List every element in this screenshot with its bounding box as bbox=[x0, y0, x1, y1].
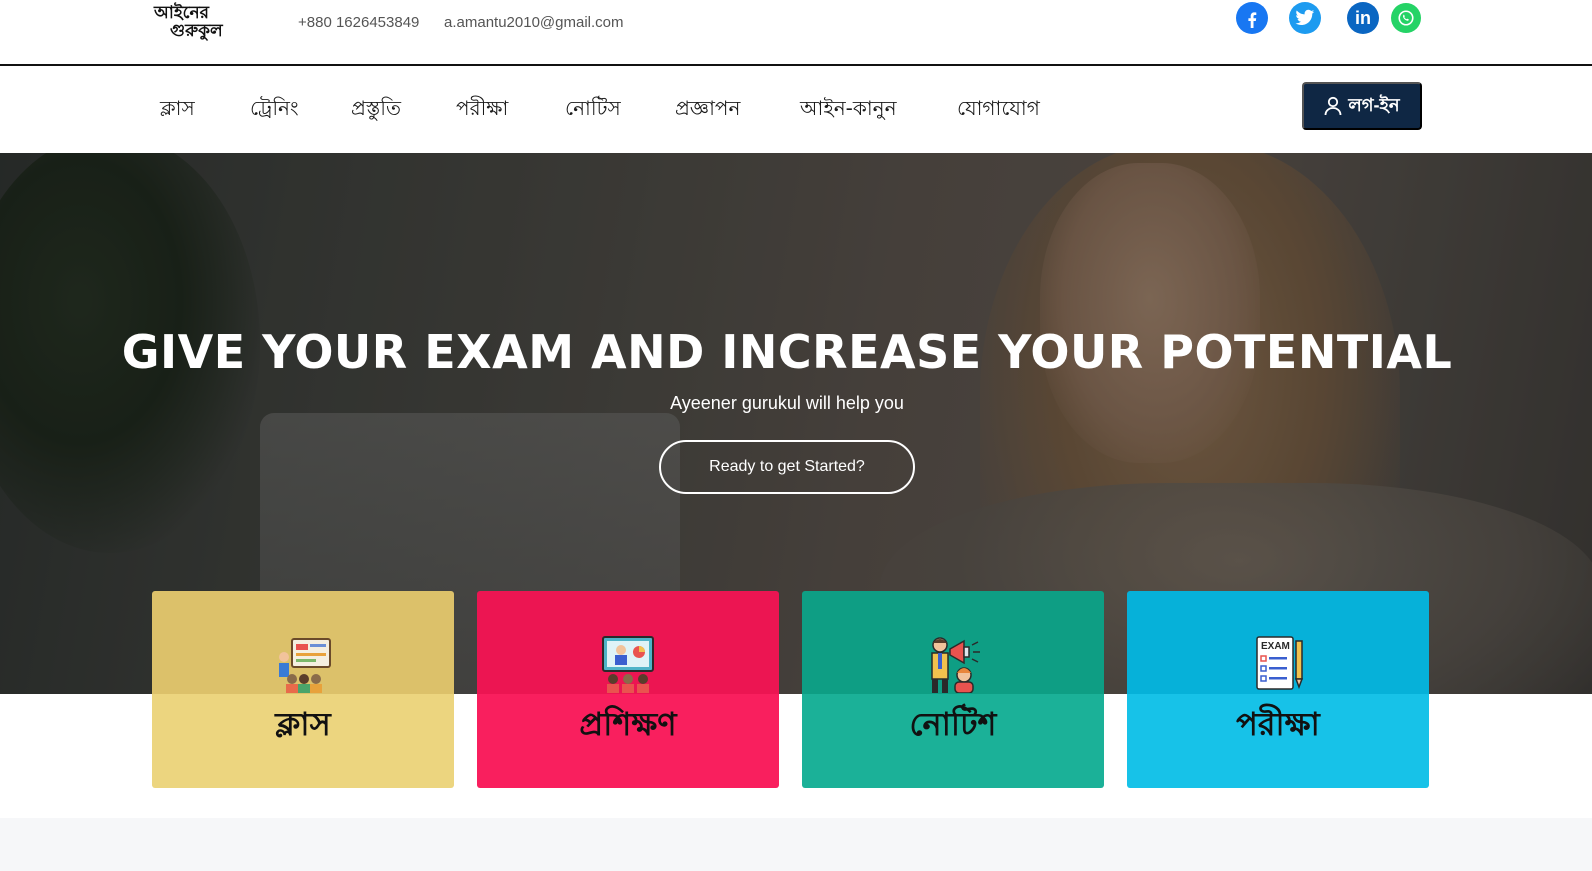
top-bar: আইনের গুরুকুল +880 1626453849 a.amantu20… bbox=[0, 0, 1592, 66]
card-class[interactable]: ক্লাস bbox=[152, 591, 454, 788]
exam-sheet-icon: EXAM bbox=[1256, 636, 1304, 690]
logo-line-2: গুরুকুল bbox=[170, 21, 223, 41]
classroom-icon bbox=[279, 638, 331, 693]
next-section-strip bbox=[0, 818, 1592, 871]
card-label: ক্লাস bbox=[275, 705, 331, 743]
card-exam[interactable]: EXAM পরীক্ষা bbox=[1127, 591, 1429, 788]
card-training[interactable]: প্রশিক্ষণ bbox=[477, 591, 779, 788]
nav-item-preparation[interactable]: প্রস্তুতি bbox=[351, 94, 401, 127]
whatsapp-icon[interactable] bbox=[1391, 3, 1421, 33]
twitter-glyph bbox=[1295, 9, 1315, 25]
card-label: পরীক্ষা bbox=[1236, 705, 1320, 743]
card-label: প্রশিক্ষণ bbox=[579, 705, 677, 743]
site-logo[interactable]: আইনের গুরুকুল bbox=[154, 2, 246, 46]
login-button[interactable]: লগ-ইন bbox=[1302, 82, 1422, 130]
card-label: নোটিশ bbox=[909, 705, 997, 743]
card-notice[interactable]: নোটিশ bbox=[802, 591, 1104, 788]
facebook-icon[interactable] bbox=[1236, 2, 1268, 34]
contact-email[interactable]: a.amantu2010@gmail.com bbox=[444, 14, 624, 31]
megaphone-notice-icon bbox=[931, 637, 980, 693]
svg-text:EXAM: EXAM bbox=[1261, 641, 1290, 652]
training-presentation-icon bbox=[602, 636, 654, 693]
user-icon bbox=[1324, 96, 1342, 116]
hero-title: GIVE YOUR EXAM AND INCREASE YOUR POTENTI… bbox=[121, 325, 1453, 379]
login-label: লগ-ইন bbox=[1348, 94, 1400, 115]
nav-item-class[interactable]: ক্লাস bbox=[160, 94, 195, 127]
facebook-glyph bbox=[1248, 12, 1257, 28]
get-started-button[interactable]: Ready to get Started? bbox=[659, 440, 915, 494]
whatsapp-glyph bbox=[1398, 10, 1414, 26]
nav-item-law[interactable]: আইন-কানুন bbox=[800, 94, 897, 127]
linkedin-icon[interactable]: in bbox=[1347, 2, 1379, 34]
contact-phone: +880 1626453849 bbox=[298, 14, 420, 31]
nav-item-notice[interactable]: নোটিস bbox=[565, 94, 621, 127]
main-nav: ক্লাস ট্রেনিং প্রস্তুতি পরীক্ষা নোটিস প্… bbox=[0, 68, 1592, 153]
hero-subtitle: Ayeener gurukul will help you bbox=[670, 393, 904, 413]
nav-item-circular[interactable]: প্রজ্ঞাপন bbox=[675, 94, 740, 127]
linkedin-glyph: in bbox=[1355, 7, 1371, 28]
nav-item-training[interactable]: ট্রেনিং bbox=[250, 94, 299, 127]
nav-item-exam[interactable]: পরীক্ষা bbox=[456, 94, 508, 127]
nav-item-contact[interactable]: যোগাযোগ bbox=[957, 94, 1040, 127]
twitter-icon[interactable] bbox=[1289, 2, 1321, 34]
